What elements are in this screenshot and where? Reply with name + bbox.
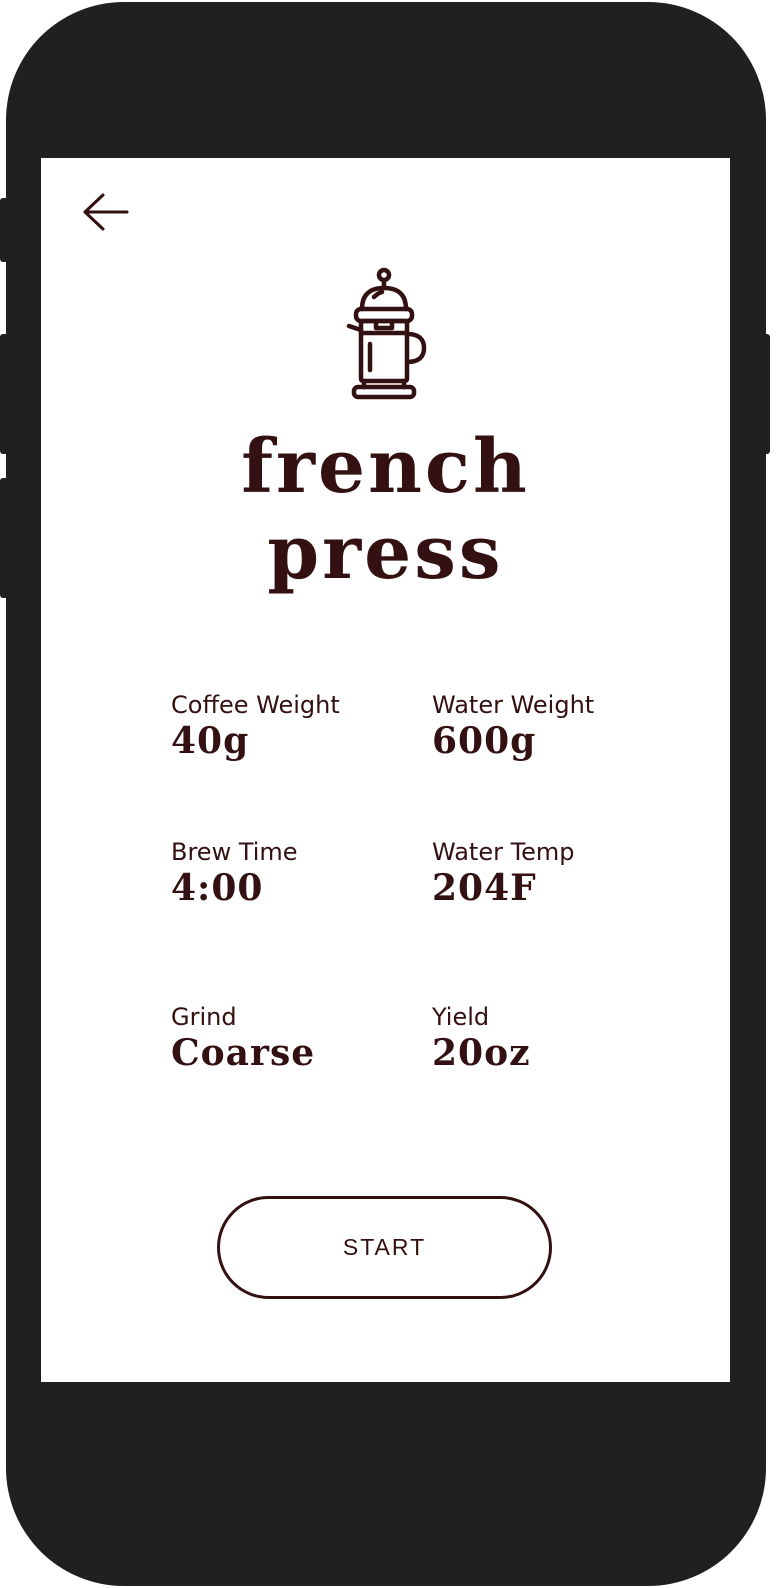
stat-brew-time: Brew Time 4:00 (171, 837, 411, 909)
stat-label: Water Temp (432, 838, 575, 866)
page-title-line-1: french (241, 424, 530, 510)
stat-label: Brew Time (171, 838, 298, 866)
stat-value: 40g (171, 720, 250, 762)
stat-label: Grind (171, 1003, 237, 1031)
stat-value: Coarse (171, 1032, 316, 1074)
stat-label: Coffee Weight (171, 691, 340, 719)
stat-value: 204F (432, 867, 537, 909)
stat-water-temp: Water Temp 204F (432, 837, 672, 909)
stat-water-weight: Water Weight 600g (432, 690, 672, 762)
stat-value: 20oz (432, 1032, 531, 1074)
side-button-mute (0, 198, 10, 262)
stat-coffee-weight: Coffee Weight 40g (171, 690, 411, 762)
stat-label: Water Weight (432, 691, 595, 719)
side-button-volume-up (0, 334, 10, 454)
stat-value: 4:00 (171, 867, 264, 909)
start-button[interactable]: START (217, 1196, 552, 1299)
side-button-volume-down (0, 478, 10, 598)
stat-grind: Grind Coarse (171, 1002, 411, 1074)
app-screen: french press Coffee Weight 40g Water Wei… (41, 158, 730, 1382)
french-press-icon (340, 266, 430, 400)
stat-yield: Yield 20oz (432, 1002, 672, 1074)
stat-label: Yield (432, 1003, 490, 1031)
arrow-left-icon (83, 193, 129, 231)
page-title-line-2: press (267, 510, 504, 596)
back-button[interactable] (81, 190, 131, 234)
stat-value: 600g (432, 720, 537, 762)
side-button-power (760, 334, 770, 454)
